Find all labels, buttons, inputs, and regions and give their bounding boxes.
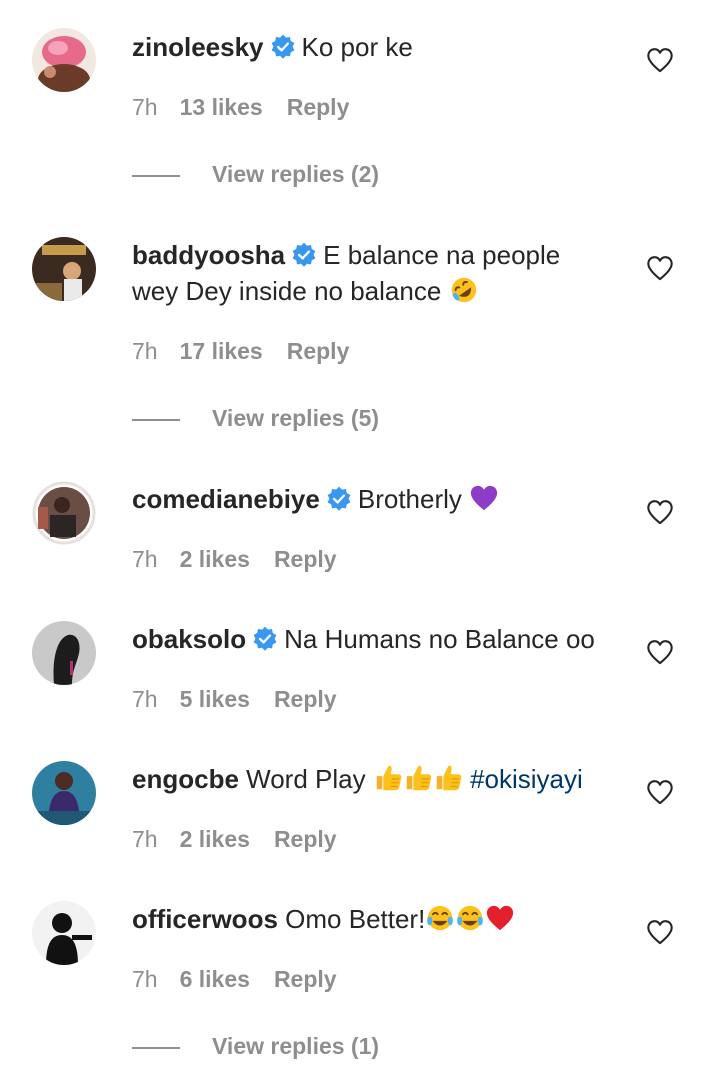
verified-badge-icon (270, 34, 296, 60)
rofl-emoji-icon (449, 275, 479, 305)
username[interactable]: baddyoosha (132, 240, 285, 270)
likes-count[interactable]: 2 likes (180, 826, 250, 852)
view-replies-label: View replies (1) (212, 1033, 380, 1059)
comment-meta: 7h 13 likes Reply (132, 92, 349, 122)
comment-text: comedianebiye Brotherly (132, 481, 612, 517)
avatar[interactable] (32, 237, 96, 301)
view-replies-button[interactable]: View replies (1) (132, 1031, 379, 1061)
like-heart-icon[interactable] (646, 255, 674, 283)
reply-button[interactable]: Reply (274, 546, 337, 572)
tears-of-joy-emoji-icon (455, 903, 485, 933)
comment-body: Brotherly (357, 484, 462, 514)
comment-text: zinoleesky Ko por ke (132, 29, 612, 65)
timestamp: 7h (132, 826, 158, 852)
timestamp: 7h (132, 338, 158, 364)
avatar[interactable] (32, 901, 96, 965)
reply-button[interactable]: Reply (274, 826, 337, 852)
timestamp: 7h (132, 546, 158, 572)
divider-line (132, 174, 180, 177)
avatar[interactable] (32, 761, 96, 825)
reply-button[interactable]: Reply (287, 338, 350, 364)
username[interactable]: officerwoos (132, 904, 278, 934)
comment-meta: 7h 2 likes Reply (132, 824, 337, 854)
comment-body: Ko por ke (301, 32, 413, 62)
like-heart-icon[interactable] (646, 779, 674, 807)
likes-count[interactable]: 13 likes (180, 94, 263, 120)
likes-count[interactable]: 17 likes (180, 338, 263, 364)
reply-button[interactable]: Reply (274, 686, 337, 712)
comment-body: Na Humans no Balance oo (284, 624, 595, 654)
username[interactable]: zinoleesky (132, 32, 264, 62)
view-replies-label: View replies (5) (212, 405, 380, 431)
thumbs-up-emoji-icon (403, 763, 433, 793)
red-heart-emoji-icon (485, 903, 515, 933)
avatar[interactable] (32, 481, 96, 545)
comment-text: engocbe Word Play #okisiyayi (132, 761, 612, 797)
comment-text: obaksolo Na Humans no Balance oo (132, 621, 612, 657)
comment-meta: 7h 17 likes Reply (132, 336, 349, 366)
like-heart-icon[interactable] (646, 47, 674, 75)
view-replies-button[interactable]: View replies (2) (132, 159, 379, 189)
avatar[interactable] (32, 28, 96, 92)
reply-button[interactable]: Reply (274, 966, 337, 992)
comment-text: officerwoos Omo Better! (132, 901, 612, 937)
timestamp: 7h (132, 686, 158, 712)
comment-meta: 7h 6 likes Reply (132, 964, 337, 994)
hashtag-link[interactable]: #okisiyayi (470, 764, 583, 794)
divider-line (132, 418, 180, 421)
likes-count[interactable]: 6 likes (180, 966, 250, 992)
avatar[interactable] (32, 621, 96, 685)
purple-heart-emoji-icon (469, 483, 499, 513)
reply-button[interactable]: Reply (287, 94, 350, 120)
comment-body: Omo Better! (285, 904, 426, 934)
view-replies-button[interactable]: View replies (5) (132, 403, 379, 433)
like-heart-icon[interactable] (646, 919, 674, 947)
timestamp: 7h (132, 94, 158, 120)
comment-meta: 7h 5 likes Reply (132, 684, 337, 714)
comment-body: Word Play (246, 764, 366, 794)
username[interactable]: comedianebiye (132, 484, 320, 514)
username[interactable]: engocbe (132, 764, 239, 794)
thumbs-up-emoji-icon (433, 763, 463, 793)
comment-meta: 7h 2 likes Reply (132, 544, 337, 574)
comment-item: zinoleesky Ko por ke 7h 13 likes Reply View… (0, 0, 719, 200)
thumbs-up-emoji-icon (373, 763, 403, 793)
divider-line (132, 1046, 180, 1049)
likes-count[interactable]: 5 likes (180, 686, 250, 712)
view-replies-label: View replies (2) (212, 161, 380, 187)
comment-text: baddyoosha E balance na people wey Dey in… (132, 237, 612, 309)
like-heart-icon[interactable] (646, 639, 674, 667)
verified-badge-icon (252, 626, 278, 652)
timestamp: 7h (132, 966, 158, 992)
verified-badge-icon (326, 486, 352, 512)
tears-of-joy-emoji-icon (425, 903, 455, 933)
like-heart-icon[interactable] (646, 499, 674, 527)
likes-count[interactable]: 2 likes (180, 546, 250, 572)
username[interactable]: obaksolo (132, 624, 246, 654)
verified-badge-icon (291, 242, 317, 268)
